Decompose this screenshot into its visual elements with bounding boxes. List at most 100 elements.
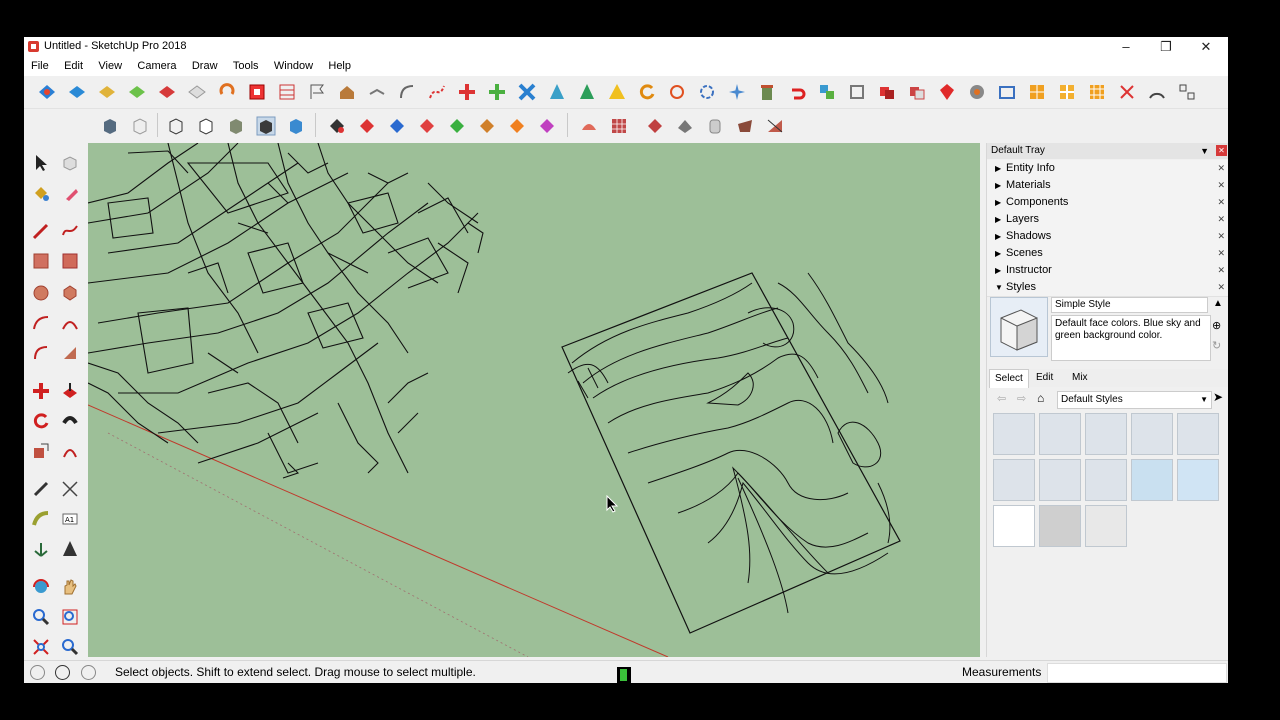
back-arrow-icon[interactable]: ⇦ [997,392,1006,405]
trash-icon[interactable] [757,82,777,102]
monochrome-icon[interactable] [286,116,306,136]
menu-view[interactable]: View [93,57,127,76]
solid-union-icon[interactable] [877,82,897,102]
tab-select[interactable]: Select [989,369,1029,388]
right-view-icon[interactable] [417,116,437,136]
solid-subtract-icon[interactable] [907,82,927,102]
style-thumb[interactable] [1177,459,1219,501]
zoom-icon[interactable] [31,607,51,627]
offset-icon[interactable] [60,441,80,461]
sandbox-grid-icon[interactable] [609,116,629,136]
protractor-icon[interactable] [31,509,51,529]
follow-me-icon[interactable] [60,411,80,431]
extension-icon[interactable] [967,82,987,102]
intersect-icon[interactable] [1117,82,1137,102]
flip-edge-icon[interactable] [765,116,785,136]
section-grid-icon[interactable] [1087,82,1107,102]
menu-edit[interactable]: Edit [59,57,88,76]
iso-view-icon[interactable] [327,116,347,136]
photo-match-icon[interactable] [997,82,1017,102]
panel-instructor[interactable]: ▶ Instructor ✕ [987,262,1228,280]
left-view-icon[interactable] [477,116,497,136]
pencil-icon[interactable] [31,221,51,241]
wireframe-icon[interactable] [166,116,186,136]
panel-scenes[interactable]: ▶ Scenes ✕ [987,245,1228,263]
pin-icon[interactable]: ▼ [1200,143,1209,159]
panel-close-icon[interactable]: ✕ [1217,279,1225,296]
flag-icon[interactable] [307,82,327,102]
style-name-field[interactable]: Simple Style [1051,297,1208,313]
style-description[interactable]: Default face colors. Blue sky and green … [1051,315,1211,361]
tree-icon[interactable] [577,82,597,102]
rotate-tool-icon[interactable] [31,411,51,431]
menu-draw[interactable]: Draw [187,57,223,76]
select-arrow-icon[interactable] [31,153,51,173]
geo-location-icon[interactable] [30,665,45,680]
style-thumb[interactable] [1085,459,1127,501]
restore-button[interactable]: ❐ [1146,37,1186,57]
back-edges-icon[interactable] [130,116,150,136]
menu-file[interactable]: File [26,57,54,76]
from-contours-icon[interactable] [645,116,665,136]
style-thumb[interactable] [1177,413,1219,455]
panel-close-icon[interactable]: ✕ [1217,245,1225,262]
credits-icon[interactable] [55,665,70,680]
details-arrow-icon[interactable]: ➤ [1213,390,1223,404]
dimension-icon[interactable] [60,479,80,499]
component-icon[interactable] [817,82,837,102]
panel-layers[interactable]: ▶ Layers ✕ [987,211,1228,229]
menu-camera[interactable]: Camera [132,57,181,76]
style-thumb[interactable] [993,505,1035,547]
bezier-icon[interactable] [427,82,447,102]
move-green-icon[interactable] [487,82,507,102]
style-thumb[interactable] [993,413,1035,455]
polygon-icon[interactable] [60,283,80,303]
style-thumb[interactable] [1131,413,1173,455]
style-thumb[interactable] [993,459,1035,501]
panel-close-icon[interactable]: ✕ [1217,211,1225,228]
zoom-window-icon[interactable] [60,607,80,627]
tape-measure-icon[interactable] [31,479,51,499]
panel-close-icon[interactable]: ✕ [1217,177,1225,194]
previous-view-icon[interactable] [60,637,80,657]
cone-icon[interactable] [547,82,567,102]
axes-icon[interactable] [31,539,51,559]
tab-mix[interactable]: Mix [1067,369,1093,387]
link-icon[interactable] [367,82,387,102]
push-pull-tool-icon[interactable] [60,381,80,401]
style-thumb[interactable] [1039,459,1081,501]
grid-orange-icon[interactable] [1027,82,1047,102]
ruby-icon[interactable] [937,82,957,102]
orbit-tool-icon[interactable] [31,577,51,597]
panel-entity-info[interactable]: ▶ Entity Info ✕ [987,160,1228,178]
model-viewport[interactable] [88,143,980,657]
tab-edit[interactable]: Edit [1031,369,1058,387]
style-thumb[interactable] [1085,505,1127,547]
curve-icon[interactable] [397,82,417,102]
move-tool-icon[interactable] [31,381,51,401]
measurements-input[interactable] [1047,663,1227,683]
arc-tool-icon[interactable] [31,313,51,333]
custom-view-icon[interactable] [537,116,557,136]
paint-bucket-icon[interactable] [97,82,117,102]
shaded-textures-icon[interactable] [256,116,276,136]
warning-icon[interactable] [607,82,627,102]
table-icon[interactable] [277,82,297,102]
tray-close-icon[interactable]: ✕ [1216,145,1227,156]
panel-components[interactable]: ▶ Components ✕ [987,194,1228,212]
panel-close-icon[interactable]: ✕ [1217,262,1225,279]
panel-close-icon[interactable]: ✕ [1217,228,1225,245]
line-icon[interactable] [187,82,207,102]
refresh-icon[interactable] [637,82,657,102]
scale-icon[interactable] [667,82,687,102]
forward-arrow-icon[interactable]: ⇨ [1017,392,1026,405]
hidden-line-icon[interactable] [196,116,216,136]
rotate-cross-icon[interactable] [517,82,537,102]
shaded-icon[interactable] [226,116,246,136]
add-detail-icon[interactable] [735,116,755,136]
3d-text-icon[interactable] [60,539,80,559]
back-view-icon[interactable] [447,116,467,136]
push-pull-icon[interactable] [247,82,267,102]
network-icon[interactable] [1177,82,1197,102]
stamp-icon[interactable] [705,116,725,136]
